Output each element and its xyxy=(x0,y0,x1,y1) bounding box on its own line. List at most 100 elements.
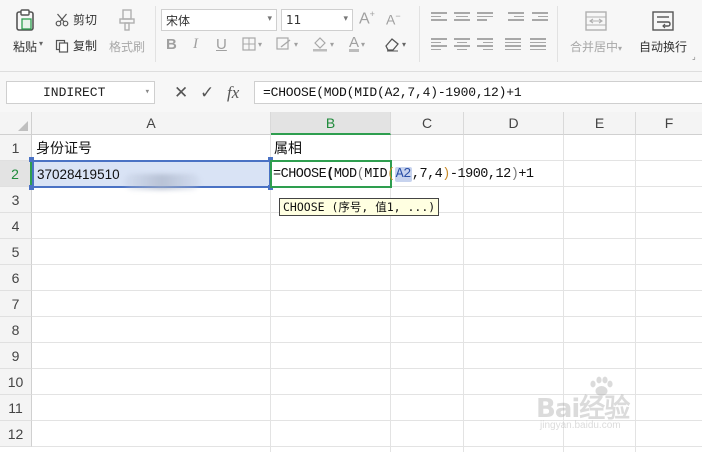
grid-line xyxy=(32,238,702,239)
clear-button[interactable]: ▾ xyxy=(384,36,406,52)
merge-center-button[interactable]: 合并居中▾ xyxy=(563,10,629,55)
paste-dropdown-arrow[interactable]: ▾ xyxy=(39,39,43,48)
row-header-6[interactable]: 6 xyxy=(0,265,32,291)
chevron-down-icon: ▾ xyxy=(330,39,335,49)
wrap-text-icon xyxy=(651,10,675,32)
distributed-icon[interactable] xyxy=(530,38,546,51)
grid-line xyxy=(32,316,702,317)
name-box-value: INDIRECT xyxy=(43,85,106,100)
column-header-b[interactable]: B xyxy=(271,112,391,135)
formula-input[interactable]: =CHOOSE(MOD(MID(A2,7,4)-1900,12)+1 xyxy=(254,81,702,104)
row-header-10[interactable]: 10 xyxy=(0,369,32,395)
row-header-12[interactable]: 12 xyxy=(0,421,32,447)
decrease-font-button[interactable]: A− xyxy=(386,11,401,28)
row-header-7[interactable]: 7 xyxy=(0,291,32,317)
align-left-icon[interactable] xyxy=(431,38,447,51)
function-tooltip: CHOOSE (序号, 值1, ...) xyxy=(279,198,440,216)
copy-button[interactable]: 复制 xyxy=(55,37,97,54)
column-header-c[interactable]: C xyxy=(391,112,464,135)
decrease-indent-icon[interactable] xyxy=(508,12,524,24)
chevron-down-icon: ▾ xyxy=(294,39,299,49)
copy-icon xyxy=(55,39,69,53)
format-painter-button[interactable]: 格式刷 xyxy=(107,8,147,55)
wrap-text-button[interactable]: 自动换行 xyxy=(636,10,690,55)
cell-b1[interactable]: 属相 xyxy=(271,135,390,160)
font-size-select[interactable]: 11 ▾ xyxy=(281,9,353,31)
cell-b2-editing[interactable]: =CHOOSE(MOD(MID(A2,7,4) -1900,12) +1 xyxy=(270,160,534,188)
b2-paren: ) xyxy=(510,166,519,182)
cell-a1[interactable]: 身份证号 xyxy=(33,135,270,160)
row-header-8[interactable]: 8 xyxy=(0,317,32,343)
italic-label: I xyxy=(193,36,198,52)
justify-icon[interactable] xyxy=(505,38,521,51)
function-tooltip-text: CHOOSE (序号, 值1, ...) xyxy=(283,200,436,214)
increase-font-icon: A+ xyxy=(359,9,375,28)
italic-button[interactable]: I xyxy=(193,36,198,53)
grid-line xyxy=(463,135,464,452)
selection-handle[interactable] xyxy=(29,185,34,190)
column-header-e[interactable]: E xyxy=(564,112,636,135)
border-icon xyxy=(242,37,256,51)
row-header-3[interactable]: 3 xyxy=(0,187,32,213)
align-middle-icon[interactable] xyxy=(454,12,470,24)
b2-args: +1 xyxy=(518,166,534,182)
align-right-icon[interactable] xyxy=(477,38,493,51)
border-button[interactable]: ▾ xyxy=(242,37,262,51)
font-color-button[interactable]: A ▾ xyxy=(349,35,365,52)
fill-color-button[interactable]: ▾ xyxy=(312,36,334,52)
row-header-4[interactable]: 4 xyxy=(0,213,32,239)
cancel-icon[interactable]: ✕ xyxy=(174,83,188,103)
increase-font-button[interactable]: A+ xyxy=(359,9,375,28)
underline-label: U xyxy=(216,36,227,53)
column-header-d[interactable]: D xyxy=(464,112,564,135)
b2-paren: ( xyxy=(387,166,395,182)
brush-icon xyxy=(116,8,138,32)
paste-label: 粘贴 xyxy=(12,40,37,54)
row-header-2[interactable]: 2 xyxy=(0,161,32,187)
paste-button[interactable]: 粘贴 xyxy=(8,8,42,55)
align-top-icon[interactable] xyxy=(431,12,447,24)
row-header-1[interactable]: 1 xyxy=(0,135,32,161)
column-header-a[interactable]: A xyxy=(32,112,271,135)
cell-a2-value: 37028419510 xyxy=(37,166,120,182)
font-name-select[interactable]: 宋体 ▾ xyxy=(161,9,277,31)
row-header-11[interactable]: 11 xyxy=(0,395,32,421)
ribbon-separator xyxy=(155,6,156,62)
baidu-jingyan-watermark: Bai经验 jingyan.baidu.com xyxy=(536,376,666,436)
align-center-icon[interactable] xyxy=(454,38,470,51)
decrease-font-icon: A− xyxy=(386,11,401,28)
merge-center-label: 合并居中▾ xyxy=(569,40,623,54)
row-header-9[interactable]: 9 xyxy=(0,343,32,369)
chevron-down-icon: ▾ xyxy=(343,14,348,24)
grid-line xyxy=(32,290,702,291)
enter-icon[interactable]: ✓ xyxy=(200,83,214,103)
formula-bar: INDIRECT ▾ ✕ ✓ fx =CHOOSE(MOD(MID(A2,7,4… xyxy=(0,72,702,112)
ribbon-expand-arrow[interactable]: ⌟ xyxy=(692,52,696,61)
insert-function-icon[interactable]: fx xyxy=(227,83,239,103)
b2-paren: ( xyxy=(356,166,365,182)
cut-button[interactable]: 剪切 xyxy=(55,11,97,28)
bold-button[interactable]: B xyxy=(166,36,177,53)
selection-handle[interactable] xyxy=(29,157,34,162)
formula-text: =CHOOSE(MOD(MID(A2,7,4)-1900,12)+1 xyxy=(263,85,522,100)
align-bottom-icon[interactable] xyxy=(477,12,493,24)
increase-indent-icon[interactable] xyxy=(532,12,548,24)
select-all-button[interactable] xyxy=(0,112,32,135)
eraser-icon xyxy=(384,36,400,52)
ribbon-separator xyxy=(557,6,558,62)
copy-label: 复制 xyxy=(73,39,98,53)
chevron-down-icon: ▾ xyxy=(144,87,150,97)
clipboard-icon xyxy=(13,8,37,32)
chevron-down-icon: ▾ xyxy=(267,14,272,24)
watermark-sub: jingyan.baidu.com xyxy=(540,420,621,431)
merge-cells-icon xyxy=(584,10,608,32)
underline-button[interactable]: U xyxy=(216,36,227,53)
cell-style-icon xyxy=(276,37,292,51)
name-box[interactable]: INDIRECT ▾ xyxy=(6,81,155,104)
font-name-value: 宋体 xyxy=(166,13,191,28)
font-size-value: 11 xyxy=(286,13,302,27)
column-header-f[interactable]: F xyxy=(636,112,702,135)
cell-style-button[interactable]: ▾ xyxy=(276,37,298,51)
row-header-5[interactable]: 5 xyxy=(0,239,32,265)
b2-fn-mid: MID xyxy=(364,166,388,182)
